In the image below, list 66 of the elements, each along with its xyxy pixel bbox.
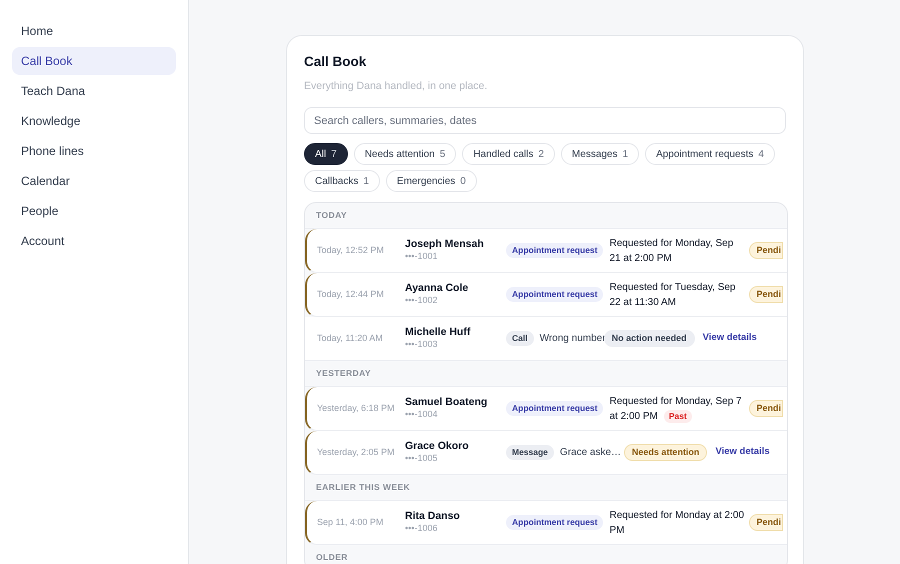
- sidebar-item[interactable]: Home: [12, 17, 176, 45]
- caller-name: Grace Okoro: [405, 440, 470, 454]
- group-heading: TODAY: [316, 209, 347, 222]
- call-summary: Grace aske…: [560, 446, 622, 460]
- view-details-link[interactable]: View details: [715, 445, 770, 460]
- call-row[interactable]: Today, 12:44 PM Ayanna Cole •••-1002 Appointment request Requested for Tuesday, Sep 22 at 11:30 AM Pendi: [305, 273, 787, 317]
- sidebar-item[interactable]: Knowledge: [12, 107, 176, 135]
- group-heading: EARLIER THIS WEEK: [316, 481, 410, 494]
- filter-chip[interactable]: Handled calls 2: [462, 143, 555, 165]
- caller-name: Rita Danso: [405, 510, 461, 524]
- status-badge: Pendi: [749, 286, 783, 304]
- sidebar-item[interactable]: Teach Dana: [12, 77, 176, 105]
- status-badge: No action needed: [604, 330, 695, 348]
- type-tag: Appointment request: [506, 515, 604, 530]
- type-tag: Message: [506, 445, 554, 460]
- call-time: Yesterday, 2:05 PM: [317, 446, 396, 459]
- call-time: Today, 11:20 AM: [317, 332, 384, 345]
- view-details-link[interactable]: View details: [702, 331, 757, 346]
- status-badge: Pendi: [749, 242, 783, 260]
- sidebar-item[interactable]: Phone lines: [12, 137, 176, 165]
- filter-chip[interactable]: All 7: [304, 143, 348, 165]
- type-tag: Appointment request: [506, 401, 604, 416]
- search-field[interactable]: Search callers, summaries, dates: [304, 107, 786, 134]
- caller-phone: •••-1002: [405, 295, 438, 307]
- request-summary: Requested for Monday, Sep 21 at 2:00 PM: [609, 236, 734, 266]
- filter-chip[interactable]: Needs attention 5: [354, 143, 456, 165]
- sidebar-item[interactable]: Calendar: [12, 167, 176, 195]
- sidebar-item[interactable]: Account: [12, 227, 176, 255]
- sidebar-item[interactable]: People: [12, 197, 176, 225]
- caller-phone: •••-1006: [405, 523, 438, 535]
- request-summary: Requested for Tuesday, Sep 22 at 11:30 AM: [609, 280, 736, 310]
- status-badge: Needs attention: [624, 444, 708, 462]
- status-badge: Pendi: [749, 514, 783, 532]
- past-tag: Past: [664, 410, 692, 422]
- request-summary: Requested for Monday, Sep 7: [609, 394, 742, 408]
- filter-chip[interactable]: Emergencies 0: [386, 170, 477, 192]
- caller-phone: •••-1001: [405, 251, 438, 263]
- caller-phone: •••-1003: [405, 339, 438, 351]
- caller-phone: •••-1005: [405, 453, 438, 465]
- type-tag: Appointment request: [506, 243, 604, 258]
- call-row[interactable]: Sep 11, 4:00 PM Rita Danso •••-1006 Appointment request Requested for Monday at 2:00 PM Pendi: [305, 501, 787, 545]
- type-tag: Call: [506, 331, 534, 346]
- type-tag: Appointment request: [506, 287, 604, 302]
- call-row[interactable]: Today, 12:52 PM Joseph Mensah •••-1001 Appointment request Requested for Monday, Sep 21 at 2:00 PM Pendi: [305, 229, 787, 273]
- sidebar-item[interactable]: Call Book: [12, 47, 176, 75]
- request-summary: Requested for Monday at 2:00 PM: [609, 508, 746, 538]
- caller-name: Samuel Boateng: [405, 396, 488, 410]
- filter-chip[interactable]: Appointment requests 4: [645, 143, 775, 165]
- page-title: Call Book: [304, 53, 368, 71]
- request-summary: at 2:00 PM: [609, 410, 658, 424]
- caller-name: Ayanna Cole: [405, 282, 470, 296]
- group-heading: OLDER: [316, 551, 348, 564]
- group-heading: YESTERDAY: [316, 367, 371, 380]
- call-time: Today, 12:52 PM: [317, 244, 385, 257]
- caller-name: Michelle Huff: [405, 326, 472, 340]
- call-row[interactable]: Today, 11:20 AM Michelle Huff •••-1003 Call Wrong number No action needed View details: [305, 317, 787, 361]
- call-summary: Wrong number: [540, 332, 604, 346]
- filter-chip[interactable]: Messages 1: [560, 143, 640, 165]
- caller-phone: •••-1004: [405, 409, 438, 421]
- call-time: Sep 11, 4:00 PM: [317, 516, 384, 529]
- page-subtitle: Everything Dana handled, in one place.: [304, 79, 488, 94]
- call-time: Yesterday, 6:18 PM: [317, 402, 396, 415]
- call-time: Today, 12:44 PM: [317, 288, 385, 301]
- filter-chip[interactable]: Callbacks 1: [304, 170, 380, 192]
- caller-name: Joseph Mensah: [405, 238, 485, 252]
- status-badge: Pendi: [749, 400, 783, 418]
